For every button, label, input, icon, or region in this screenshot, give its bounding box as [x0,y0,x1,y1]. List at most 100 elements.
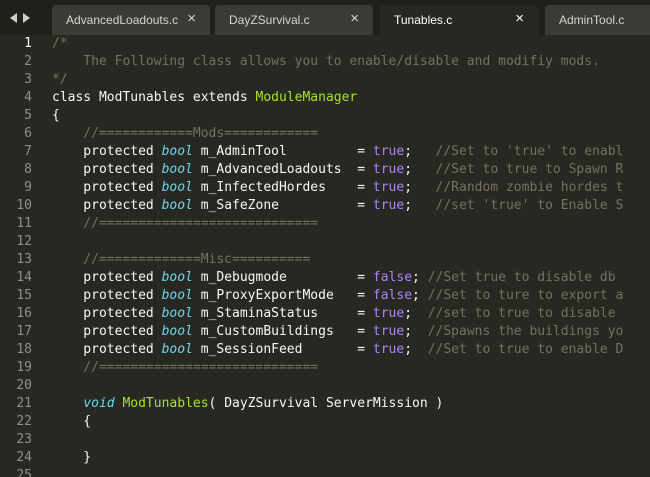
tab-close-icon[interactable]: × [515,11,524,27]
code-text: class ModTunables extends ModuleManager [52,89,357,107]
code-token-type: bool [161,306,193,321]
code-token-comment: //set 'true' to Enable S [435,198,624,213]
code-token-plain: } [52,450,92,465]
code-line[interactable]: 10 protected bool m_SafeZone = true; //s… [0,197,650,215]
code-token-plain: ; [404,324,428,339]
code-line[interactable]: 7 protected bool m_AdminTool = true; //S… [0,143,650,161]
code-line[interactable]: 17 protected bool m_CustomBuildings = tr… [0,323,650,341]
code-line[interactable]: 8 protected bool m_AdvancedLoadouts = tr… [0,161,650,179]
code-token-func: ModTunables [122,396,209,411]
code-token-comment: */ [52,72,68,87]
tab-close-icon[interactable]: × [187,11,196,27]
code-token-plain: class ModTunables extends [52,90,256,105]
code-token-plain: protected [52,306,162,321]
code-text: //=============Misc========== [52,251,310,269]
code-line[interactable]: 21 void ModTunables( DayZSurvival Server… [0,395,650,413]
code-token-const: true [372,324,405,339]
line-number: 12 [16,234,32,249]
code-token-plain: protected [52,180,162,195]
tab-tunables[interactable]: Tunables.c × [380,5,538,35]
code-text: protected bool m_StaminaStatus = true; /… [52,305,615,323]
code-token-plain: protected [52,144,162,159]
code-line[interactable]: 3 */ [0,71,650,89]
code-text: /* [52,35,68,53]
tab-close-icon[interactable]: × [350,11,359,27]
line-number: 24 [16,450,32,465]
tab-dayzsurvival[interactable]: DayZSurvival.c × [215,5,373,35]
code-token-comment: //Set to true to Spawn R [435,162,624,177]
line-number: 22 [16,414,32,429]
code-token-plain: ; [404,342,428,357]
code-editor[interactable]: 1 /* 2 The Following class allows you to e… [0,35,650,477]
tab-label: Tunables.c [394,13,453,27]
code-line[interactable]: 2 The Following class allows you to enab… [0,53,650,71]
code-token-plain: m_CustomBuildings = [192,324,373,339]
line-number: 7 [24,144,32,159]
code-line[interactable]: 1 /* [0,35,650,53]
code-line[interactable]: 12 [0,233,650,251]
line-number: 21 [16,396,32,411]
code-line[interactable]: 25 [0,467,650,477]
code-text: protected bool m_SessionFeed = true; //S… [52,341,623,359]
line-number: 23 [16,432,32,447]
code-line[interactable]: 19 //============================ [0,359,650,377]
tab-admintool[interactable]: AdminTool.c [545,5,650,35]
code-token-const: true [372,342,405,357]
code-line[interactable]: 11 //============================ [0,215,650,233]
code-token-plain: ; [404,162,436,177]
code-line[interactable]: 16 protected bool m_StaminaStatus = true… [0,305,650,323]
code-token-plain: ; [404,144,436,159]
code-token-comment: The Following class allows you to enable… [52,54,600,69]
code-line[interactable]: 9 protected bool m_InfectedHordes = true… [0,179,650,197]
code-line[interactable]: 4 class ModTunables extends ModuleManager [0,89,650,107]
code-text: protected bool m_SafeZone = true; //set … [52,197,623,215]
code-line[interactable]: 14 protected bool m_Debugmode = false; /… [0,269,650,287]
tab-bar: AdvancedLoadouts.c × DayZSurvival.c × Tu… [0,0,650,35]
code-token-plain: protected [52,270,162,285]
code-token-const: true [372,144,405,159]
code-token-const: false [372,270,413,285]
code-text: */ [52,71,68,89]
code-token-plain: ; [404,306,428,321]
code-text: { [52,107,60,125]
line-number: 5 [24,108,32,123]
code-line[interactable]: 20 [0,377,650,395]
code-line[interactable]: 13 //=============Misc========== [0,251,650,269]
code-text: void ModTunables( DayZSurvival ServerMis… [52,395,443,413]
code-token-class: ModuleManager [255,90,358,105]
code-token-const: true [372,180,405,195]
code-token-type: bool [161,270,193,285]
code-token-plain: m_SafeZone = [192,198,373,213]
code-token-plain: protected [52,198,162,213]
code-text: protected bool m_Debugmode = false; //Se… [52,269,615,287]
code-line[interactable]: 24 } [0,449,650,467]
code-line[interactable]: 23 [0,431,650,449]
line-number: 11 [16,216,32,231]
line-number: 9 [24,180,32,195]
line-number: 10 [16,198,32,213]
line-number: 16 [16,306,32,321]
code-text: { [52,413,91,431]
tab-nav-arrows [10,10,30,26]
code-token-comment: //============================ [52,360,319,375]
code-line[interactable]: 6 //============Mods============ [0,125,650,143]
code-text: protected bool m_InfectedHordes = true; … [52,179,623,197]
tab-scroll-right-icon[interactable] [23,13,30,23]
code-token-comment: //Spawns the buildings yo [427,324,624,339]
tab-label: DayZSurvival.c [229,13,310,27]
code-line[interactable]: 18 protected bool m_SessionFeed = true; … [0,341,650,359]
code-text: The Following class allows you to enable… [52,53,600,71]
tab-scroll-left-icon[interactable] [10,13,17,23]
code-token-type: bool [161,180,193,195]
code-text: //============================ [52,359,318,377]
code-line[interactable]: 5{ [0,107,650,125]
line-number: 14 [16,270,32,285]
code-line[interactable]: 15 protected bool m_ProxyExportMode = fa… [0,287,650,305]
tab-advancedloadouts[interactable]: AdvancedLoadouts.c × [52,5,210,35]
line-number: 2 [24,54,32,69]
code-token-plain: ; [412,270,428,285]
code-line[interactable]: 22 { [0,413,650,431]
code-token-comment: //Set to 'true' to enabl [435,144,624,159]
line-number: 18 [16,342,32,357]
